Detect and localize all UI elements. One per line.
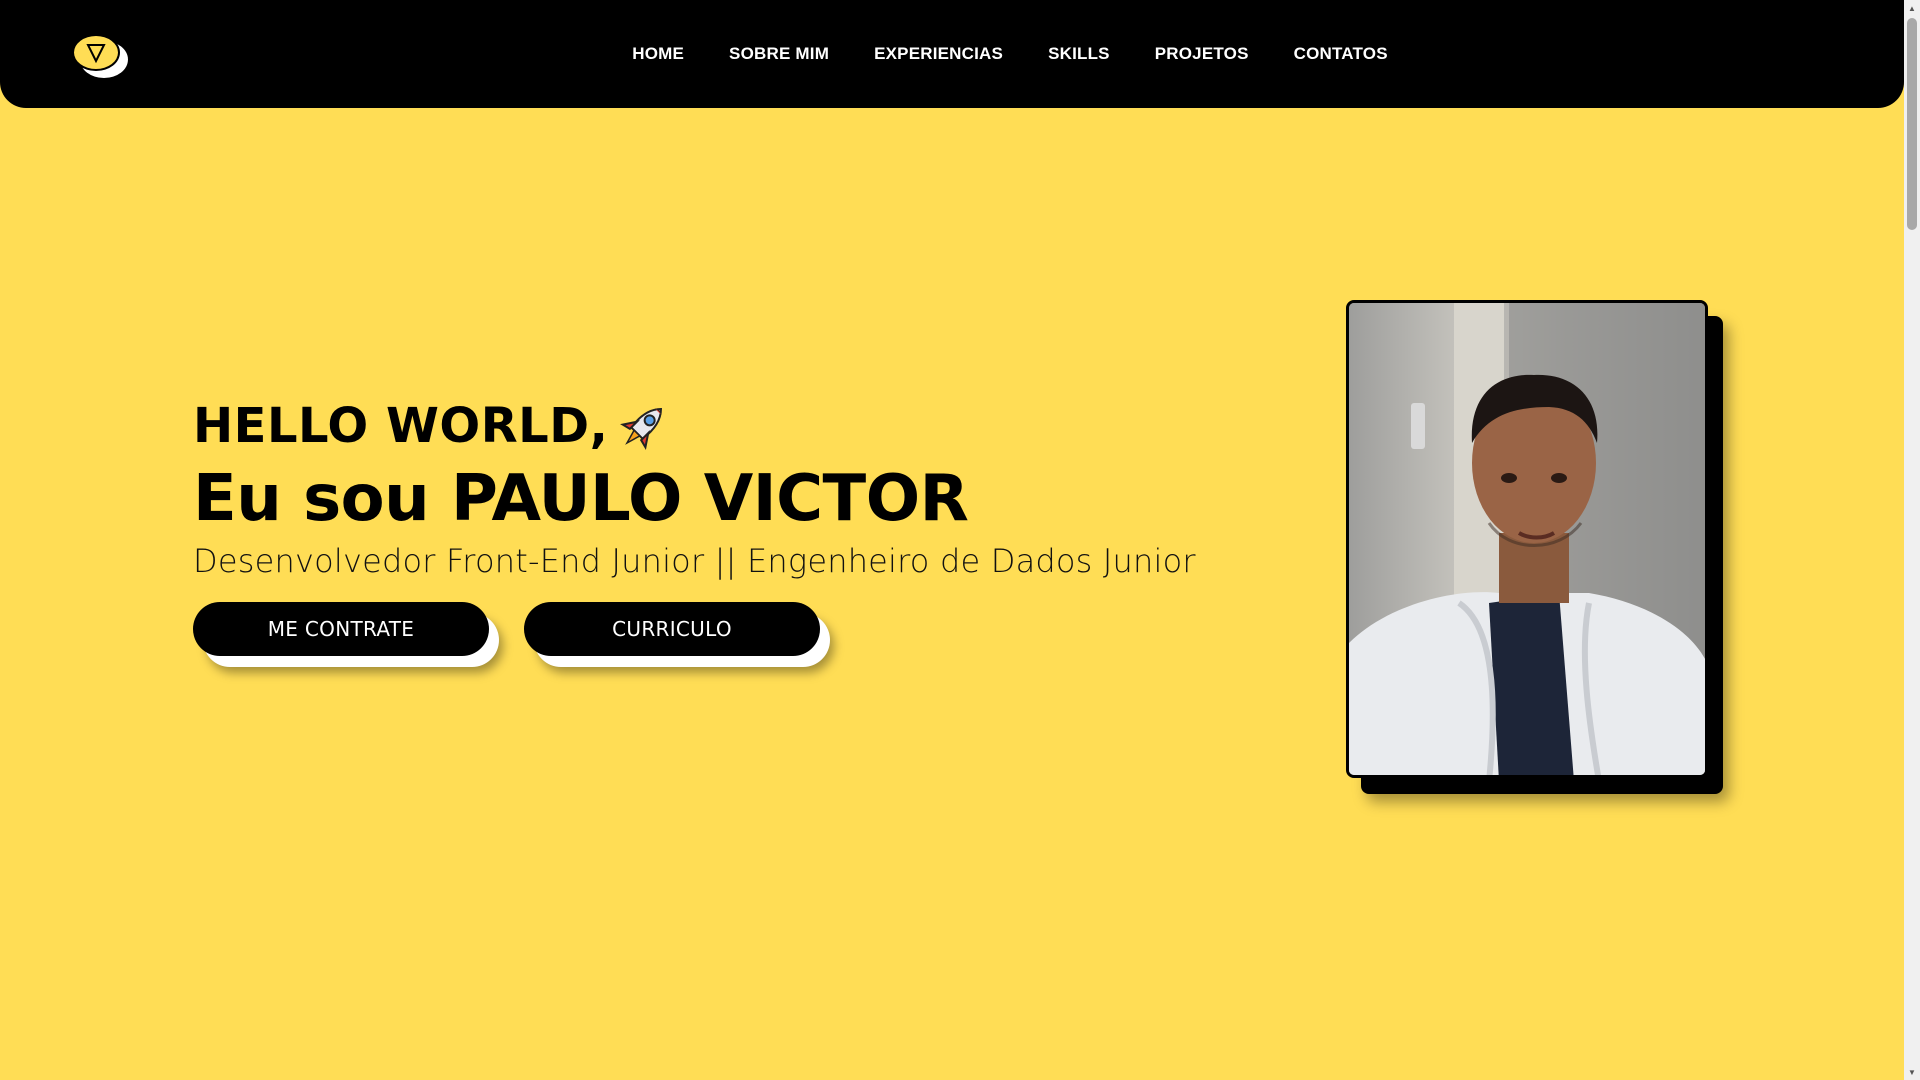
nav-contatos[interactable]: CONTATOS bbox=[1294, 44, 1388, 64]
nav-skills[interactable]: SKILLS bbox=[1048, 44, 1110, 64]
hire-button-wrap: ME CONTRATE bbox=[193, 602, 499, 667]
hire-button[interactable]: ME CONTRATE bbox=[193, 602, 489, 656]
hero-buttons: ME CONTRATE CURRICULO bbox=[193, 602, 1196, 667]
resume-button[interactable]: CURRICULO bbox=[524, 602, 820, 656]
main-nav: HOME SOBRE MIM EXPERIENCIAS SKILLS PROJE… bbox=[0, 0, 1904, 108]
hero-section: HELLO WORLD, Eu sou PAULO VICTOR Desenvo… bbox=[193, 396, 1196, 667]
site-header: HOME SOBRE MIM EXPERIENCIAS SKILLS PROJE… bbox=[0, 0, 1904, 108]
nav-experiencias[interactable]: EXPERIENCIAS bbox=[874, 44, 1003, 64]
profile-photo bbox=[1346, 300, 1708, 778]
scrollbar-thumb[interactable] bbox=[1907, 18, 1917, 230]
page-scrollbar[interactable]: ▲ ▼ bbox=[1904, 0, 1920, 1080]
hero-name: Eu sou PAULO VICTOR bbox=[193, 462, 969, 536]
nav-projetos[interactable]: PROJETOS bbox=[1155, 44, 1249, 64]
rocket-icon bbox=[620, 408, 663, 450]
scroll-up-icon[interactable]: ▲ bbox=[1904, 0, 1920, 16]
nav-home[interactable]: HOME bbox=[632, 44, 684, 64]
scroll-down-icon[interactable]: ▼ bbox=[1904, 1064, 1920, 1080]
profile-photo-image bbox=[1349, 303, 1705, 775]
greeting-text: HELLO WORLD, bbox=[193, 398, 609, 454]
nav-sobre-mim[interactable]: SOBRE MIM bbox=[729, 44, 829, 64]
hero-role: Desenvolvedor Front-End Junior || Engenh… bbox=[193, 542, 1196, 580]
greeting-heading: HELLO WORLD, bbox=[193, 396, 1196, 456]
resume-button-wrap: CURRICULO bbox=[524, 602, 830, 667]
profile-photo-frame bbox=[1346, 300, 1724, 794]
